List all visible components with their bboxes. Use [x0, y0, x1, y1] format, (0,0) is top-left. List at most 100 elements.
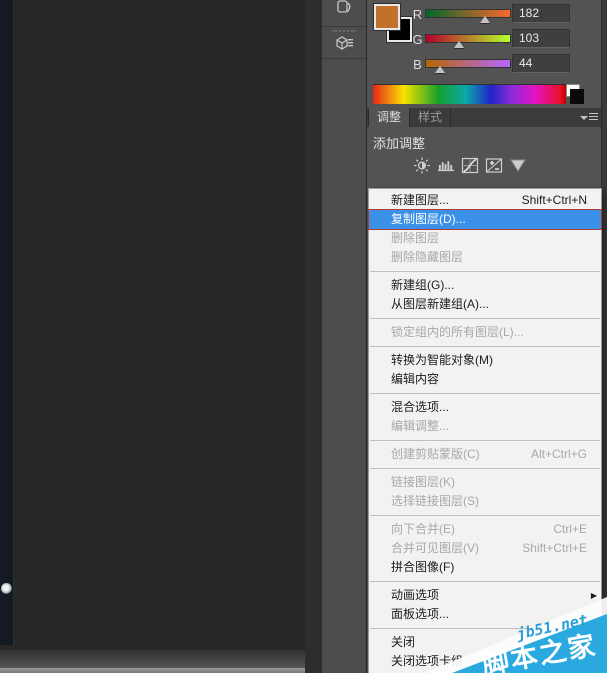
menu-item-shortcut: Shift+Ctrl+N	[521, 193, 587, 207]
canvas-bottom-bar	[0, 650, 322, 668]
menu-separator	[370, 393, 600, 394]
rotate-view-icon	[335, 0, 353, 19]
menu-item-label: 合并可见图层(V)	[391, 541, 479, 555]
menu-item[interactable]: 编辑调整...	[369, 417, 601, 436]
menu-item[interactable]: 删除隐藏图层	[369, 248, 601, 267]
menu-item[interactable]: 新建组(G)...	[369, 276, 601, 295]
menu-item-label: 关闭	[391, 635, 416, 649]
menu-item-shortcut: Alt+Ctrl+G	[530, 447, 587, 461]
menu-separator	[370, 346, 600, 347]
menu-item-shortcut: Shift+Ctrl+E	[522, 541, 587, 555]
menu-item-label: 面板选项...	[391, 607, 450, 621]
menu-item-label: 编辑内容	[391, 372, 440, 386]
menu-item-label: 从图层新建组(A)...	[391, 297, 489, 311]
menu-item[interactable]: 动画选项 ▶	[369, 586, 601, 605]
photoshop-workspace: R 182 G 103 B 44 调整 样式 添加调整 新建图层... Shif…	[0, 0, 607, 673]
panel-tab-header: 调整 样式	[367, 108, 602, 128]
menu-item[interactable]: 面板选项...	[369, 605, 601, 624]
slider-thumb-icon[interactable]	[434, 66, 445, 73]
channel-slider[interactable]	[425, 34, 511, 48]
menu-item[interactable]: 关闭	[369, 633, 601, 652]
brightness-contrast-icon[interactable]	[413, 157, 431, 174]
tab-adjustments[interactable]: 调整	[368, 108, 411, 127]
slider-track	[425, 9, 511, 18]
canvas-area[interactable]	[13, 0, 306, 650]
channel-value-input[interactable]: 182	[512, 4, 570, 23]
submenu-arrow-icon: ▶	[590, 591, 597, 600]
menu-item-label: 编辑调整...	[391, 419, 450, 433]
menu-item[interactable]: 从图层新建组(A)...	[369, 295, 601, 314]
menu-item[interactable]: 新建图层... Shift+Ctrl+N	[369, 191, 601, 210]
menu-separator	[370, 628, 600, 629]
vertical-scrollbar[interactable]	[305, 0, 323, 673]
color-spectrum-ramp[interactable]	[373, 84, 566, 104]
menu-item-label: 新建组(G)...	[391, 278, 455, 292]
dock-grip-dots	[332, 30, 356, 32]
menu-item-label: 链接图层(K)	[391, 475, 455, 489]
3d-panel-icon	[334, 35, 354, 51]
menu-item-label: 选择链接图层(S)	[391, 494, 479, 508]
adjustment-icons-row	[413, 157, 527, 174]
menu-separator	[370, 440, 600, 441]
menu-item-label: 创建剪贴蒙版(C)	[391, 447, 480, 461]
menu-item-label: 混合选项...	[391, 400, 450, 414]
menu-item-label: 向下合并(E)	[391, 522, 455, 536]
moon-dot	[1, 583, 12, 594]
slider-thumb-icon[interactable]	[479, 16, 490, 23]
panel-menu-icon[interactable]	[580, 112, 598, 124]
channel-value-input[interactable]: 44	[512, 54, 570, 73]
menu-separator	[370, 318, 600, 319]
slider-track	[425, 34, 511, 43]
menu-item-label: 关闭选项卡组	[391, 654, 464, 668]
menu-item[interactable]: 编辑内容	[369, 370, 601, 389]
menu-item-label: 复制图层(D)...	[391, 212, 466, 226]
adjustments-panel-body: 添加调整	[367, 127, 602, 188]
menu-item[interactable]: 创建剪贴蒙版(C) Alt+Ctrl+G	[369, 445, 601, 464]
menu-item-label: 新建图层...	[391, 193, 450, 207]
channel-row: B 44	[367, 54, 602, 79]
menu-item-label: 动画选项	[391, 588, 440, 602]
panel-menu-bars	[589, 113, 598, 122]
exposure-icon[interactable]	[485, 157, 503, 174]
panel-menu-triangle	[580, 116, 588, 120]
spectrum-black-swatch[interactable]	[570, 89, 584, 104]
menu-separator	[370, 581, 600, 582]
menu-separator	[370, 468, 600, 469]
menu-item[interactable]: 关闭选项卡组	[369, 652, 601, 671]
menu-item[interactable]: 选择链接图层(S)	[369, 492, 601, 511]
channel-slider[interactable]	[425, 59, 511, 73]
channel-label: B	[413, 57, 422, 72]
levels-icon[interactable]	[437, 157, 455, 174]
menu-item[interactable]: 转换为智能对象(M)	[369, 351, 601, 370]
menu-item[interactable]: 混合选项...	[369, 398, 601, 417]
tab-styles[interactable]: 样式	[410, 108, 452, 127]
layers-context-menu: 新建图层... Shift+Ctrl+N 复制图层(D)... 删除图层 删除隐藏图层新…	[368, 188, 602, 673]
menu-item[interactable]: 锁定组内的所有图层(L)...	[369, 323, 601, 342]
menu-item[interactable]: 向下合并(E) Ctrl+E	[369, 520, 601, 539]
channel-value-input[interactable]: 103	[512, 29, 570, 48]
menu-item-label: 拼合图像(F)	[391, 560, 455, 574]
panel-dock-collapsed	[322, 0, 367, 673]
channel-slider[interactable]	[425, 9, 511, 23]
add-adjustment-label: 添加调整	[373, 136, 426, 151]
channel-label: G	[412, 32, 423, 47]
menu-item[interactable]: 删除图层	[369, 229, 601, 248]
menu-item[interactable]: 链接图层(K)	[369, 473, 601, 492]
menu-item-shortcut: Ctrl+E	[553, 522, 587, 536]
channel-label: R	[412, 7, 423, 22]
foreground-color-swatch[interactable]	[374, 4, 400, 30]
menu-item[interactable]: 复制图层(D)...	[368, 209, 602, 230]
menu-item-label: 转换为智能对象(M)	[391, 353, 493, 367]
slider-thumb-icon[interactable]	[453, 41, 464, 48]
collapsed-panel-button-top[interactable]	[322, 0, 366, 27]
menu-item[interactable]: 拼合图像(F)	[369, 558, 601, 577]
menu-item-label: 锁定组内的所有图层(L)...	[391, 325, 524, 339]
curves-icon[interactable]	[461, 157, 479, 174]
menu-item[interactable]: 合并可见图层(V) Shift+Ctrl+E	[369, 539, 601, 558]
color-panel: R 182 G 103 B 44	[367, 0, 602, 108]
menu-separator	[370, 515, 600, 516]
collapsed-panel-button-3d[interactable]	[322, 27, 366, 59]
document-image-sliver	[0, 0, 13, 645]
menu-item-label: 删除隐藏图层	[391, 250, 464, 264]
vibrance-icon[interactable]	[509, 157, 527, 174]
